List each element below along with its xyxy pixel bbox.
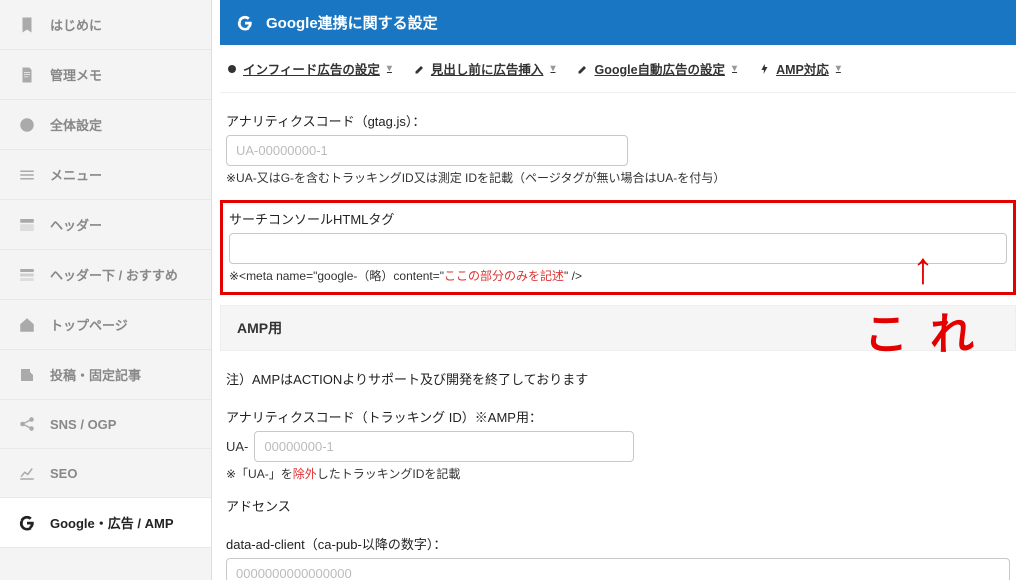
sidebar-item-posts[interactable]: 投稿・固定記事: [0, 350, 211, 400]
tab-auto-ads[interactable]: Google自動広告の設定 ▾: [577, 59, 737, 78]
sidebar-item-intro[interactable]: はじめに: [0, 0, 211, 50]
ad-client-label: data-ad-client（ca-pub-以降の数字）：: [226, 534, 1010, 553]
menu-icon: [18, 166, 36, 184]
note-suffix: " />: [564, 269, 582, 283]
chevron-down-icon: ▾: [550, 63, 555, 74]
ad-client-input[interactable]: [226, 558, 1010, 580]
analytics-input[interactable]: [226, 135, 628, 166]
sidebar-item-label: SEO: [50, 466, 77, 481]
page-title: Google連携に関する設定: [266, 12, 438, 33]
tab-label: インフィード広告の設定: [243, 59, 380, 78]
analytics-label: アナリティクスコード（gtag.js）：: [226, 111, 1010, 130]
home-icon: [18, 316, 36, 334]
sidebar-item-memo[interactable]: 管理メモ: [0, 50, 211, 100]
adsense-label: アドセンス: [226, 496, 1010, 515]
main-panel: Google連携に関する設定 インフィード広告の設定 ▾ 見出し前に広告挿入 ▾…: [212, 0, 1024, 580]
google-icon: [18, 514, 36, 532]
document-icon: [18, 66, 36, 84]
sidebar-item-label: 全体設定: [50, 115, 102, 134]
sidebar-item-label: 投稿・固定記事: [50, 365, 141, 384]
note-red: 除外: [293, 467, 317, 481]
edit-doc-icon: [18, 366, 36, 384]
sidebar-item-label: トップページ: [50, 315, 128, 334]
bookmark-icon: [18, 16, 36, 34]
tab-label: Google自動広告の設定: [594, 59, 725, 78]
amp-id-note: ※「UA-」を除外したトラッキングIDを記載: [226, 465, 1010, 482]
ad-client-block: data-ad-client（ca-pub-以降の数字）：: [220, 534, 1016, 580]
pencil-icon: [414, 63, 426, 75]
amp-analytics-label: アナリティクスコード（トラッキング ID）※AMP用：: [226, 407, 1010, 426]
search-console-label: サーチコンソールHTMLタグ: [229, 209, 1007, 228]
sidebar-item-label: メニュー: [50, 165, 102, 184]
ua-prefix: UA-: [226, 439, 248, 454]
tab-amp[interactable]: AMP対応 ▾: [759, 59, 841, 78]
app-root: はじめに 管理メモ 全体設定 メニュー ヘッダー: [0, 0, 1024, 580]
sidebar: はじめに 管理メモ 全体設定 メニュー ヘッダー: [0, 0, 212, 580]
bolt-icon: [759, 63, 771, 75]
tab-infeed[interactable]: インフィード広告の設定 ▾: [226, 59, 392, 78]
chevron-down-icon: ▾: [836, 63, 841, 74]
note-red: ここの部分のみを記述: [444, 269, 564, 283]
page-title-bar: Google連携に関する設定: [220, 0, 1016, 45]
analytics-field-block: アナリティクスコード（gtag.js）： ※UA-又はG-を含むトラッキングID…: [220, 111, 1016, 190]
sidebar-item-label: SNS / OGP: [50, 417, 116, 432]
sidebar-item-header[interactable]: ヘッダー: [0, 200, 211, 250]
layout-header-icon: [18, 216, 36, 234]
amp-note-block: 注）AMPはACTIONよりサポート及び開発を終了しております: [220, 369, 1016, 397]
note-prefix: ※<meta name="google-（略）content=": [229, 269, 444, 283]
sidebar-item-label: 管理メモ: [50, 65, 102, 84]
pencil-icon: [577, 63, 589, 75]
tab-heading-ads[interactable]: 見出し前に広告挿入 ▾: [414, 59, 556, 78]
sidebar-item-label: Google・広告 / AMP: [50, 513, 174, 532]
search-console-note: ※<meta name="google-（略）content="ここの部分のみを…: [229, 267, 1007, 284]
sidebar-item-toppage[interactable]: トップページ: [0, 300, 211, 350]
search-console-highlight: サーチコンソールHTMLタグ ※<meta name="google-（略）co…: [220, 200, 1016, 295]
palette-icon: [18, 116, 36, 134]
sidebar-item-global[interactable]: 全体設定: [0, 100, 211, 150]
sidebar-item-label: はじめに: [50, 15, 102, 34]
tab-label: AMP対応: [776, 59, 829, 78]
google-g-icon: [236, 14, 254, 32]
share-icon: [18, 415, 36, 433]
amp-section-title: AMP用: [220, 305, 1016, 351]
tab-row: インフィード広告の設定 ▾ 見出し前に広告挿入 ▾ Google自動広告の設定 …: [220, 59, 1016, 93]
amp-analytics-input[interactable]: [254, 431, 634, 462]
layout-rows-icon: [18, 266, 36, 284]
note-prefix: ※「UA-」を: [226, 467, 293, 481]
tab-label: 見出し前に広告挿入: [431, 59, 544, 78]
sidebar-item-menu[interactable]: メニュー: [0, 150, 211, 200]
chart-line-icon: [18, 464, 36, 482]
sidebar-item-header-below[interactable]: ヘッダー下 / おすすめ: [0, 250, 211, 300]
note-suffix: したトラッキングIDを記載: [317, 467, 461, 481]
sidebar-item-sns[interactable]: SNS / OGP: [0, 400, 211, 449]
amp-discontinue-note: 注）AMPはACTIONよりサポート及び開発を終了しております: [226, 369, 1010, 388]
sidebar-item-google-amp[interactable]: Google・広告 / AMP: [0, 498, 211, 548]
search-console-input[interactable]: [229, 233, 1007, 264]
analytics-note: ※UA-又はG-を含むトラッキングID又は測定 IDを記載（ページタグが無い場合…: [226, 169, 1010, 186]
adsense-block: アドセンス: [220, 496, 1016, 524]
chevron-down-icon: ▾: [732, 63, 737, 74]
amp-analytics-block: アナリティクスコード（トラッキング ID）※AMP用： UA- ※「UA-」を除…: [220, 407, 1016, 486]
sidebar-item-label: ヘッダー下 / おすすめ: [50, 265, 178, 284]
circle-icon: [226, 63, 238, 75]
sidebar-item-label: ヘッダー: [50, 215, 102, 234]
sidebar-item-seo[interactable]: SEO: [0, 449, 211, 498]
chevron-down-icon: ▾: [387, 63, 392, 74]
